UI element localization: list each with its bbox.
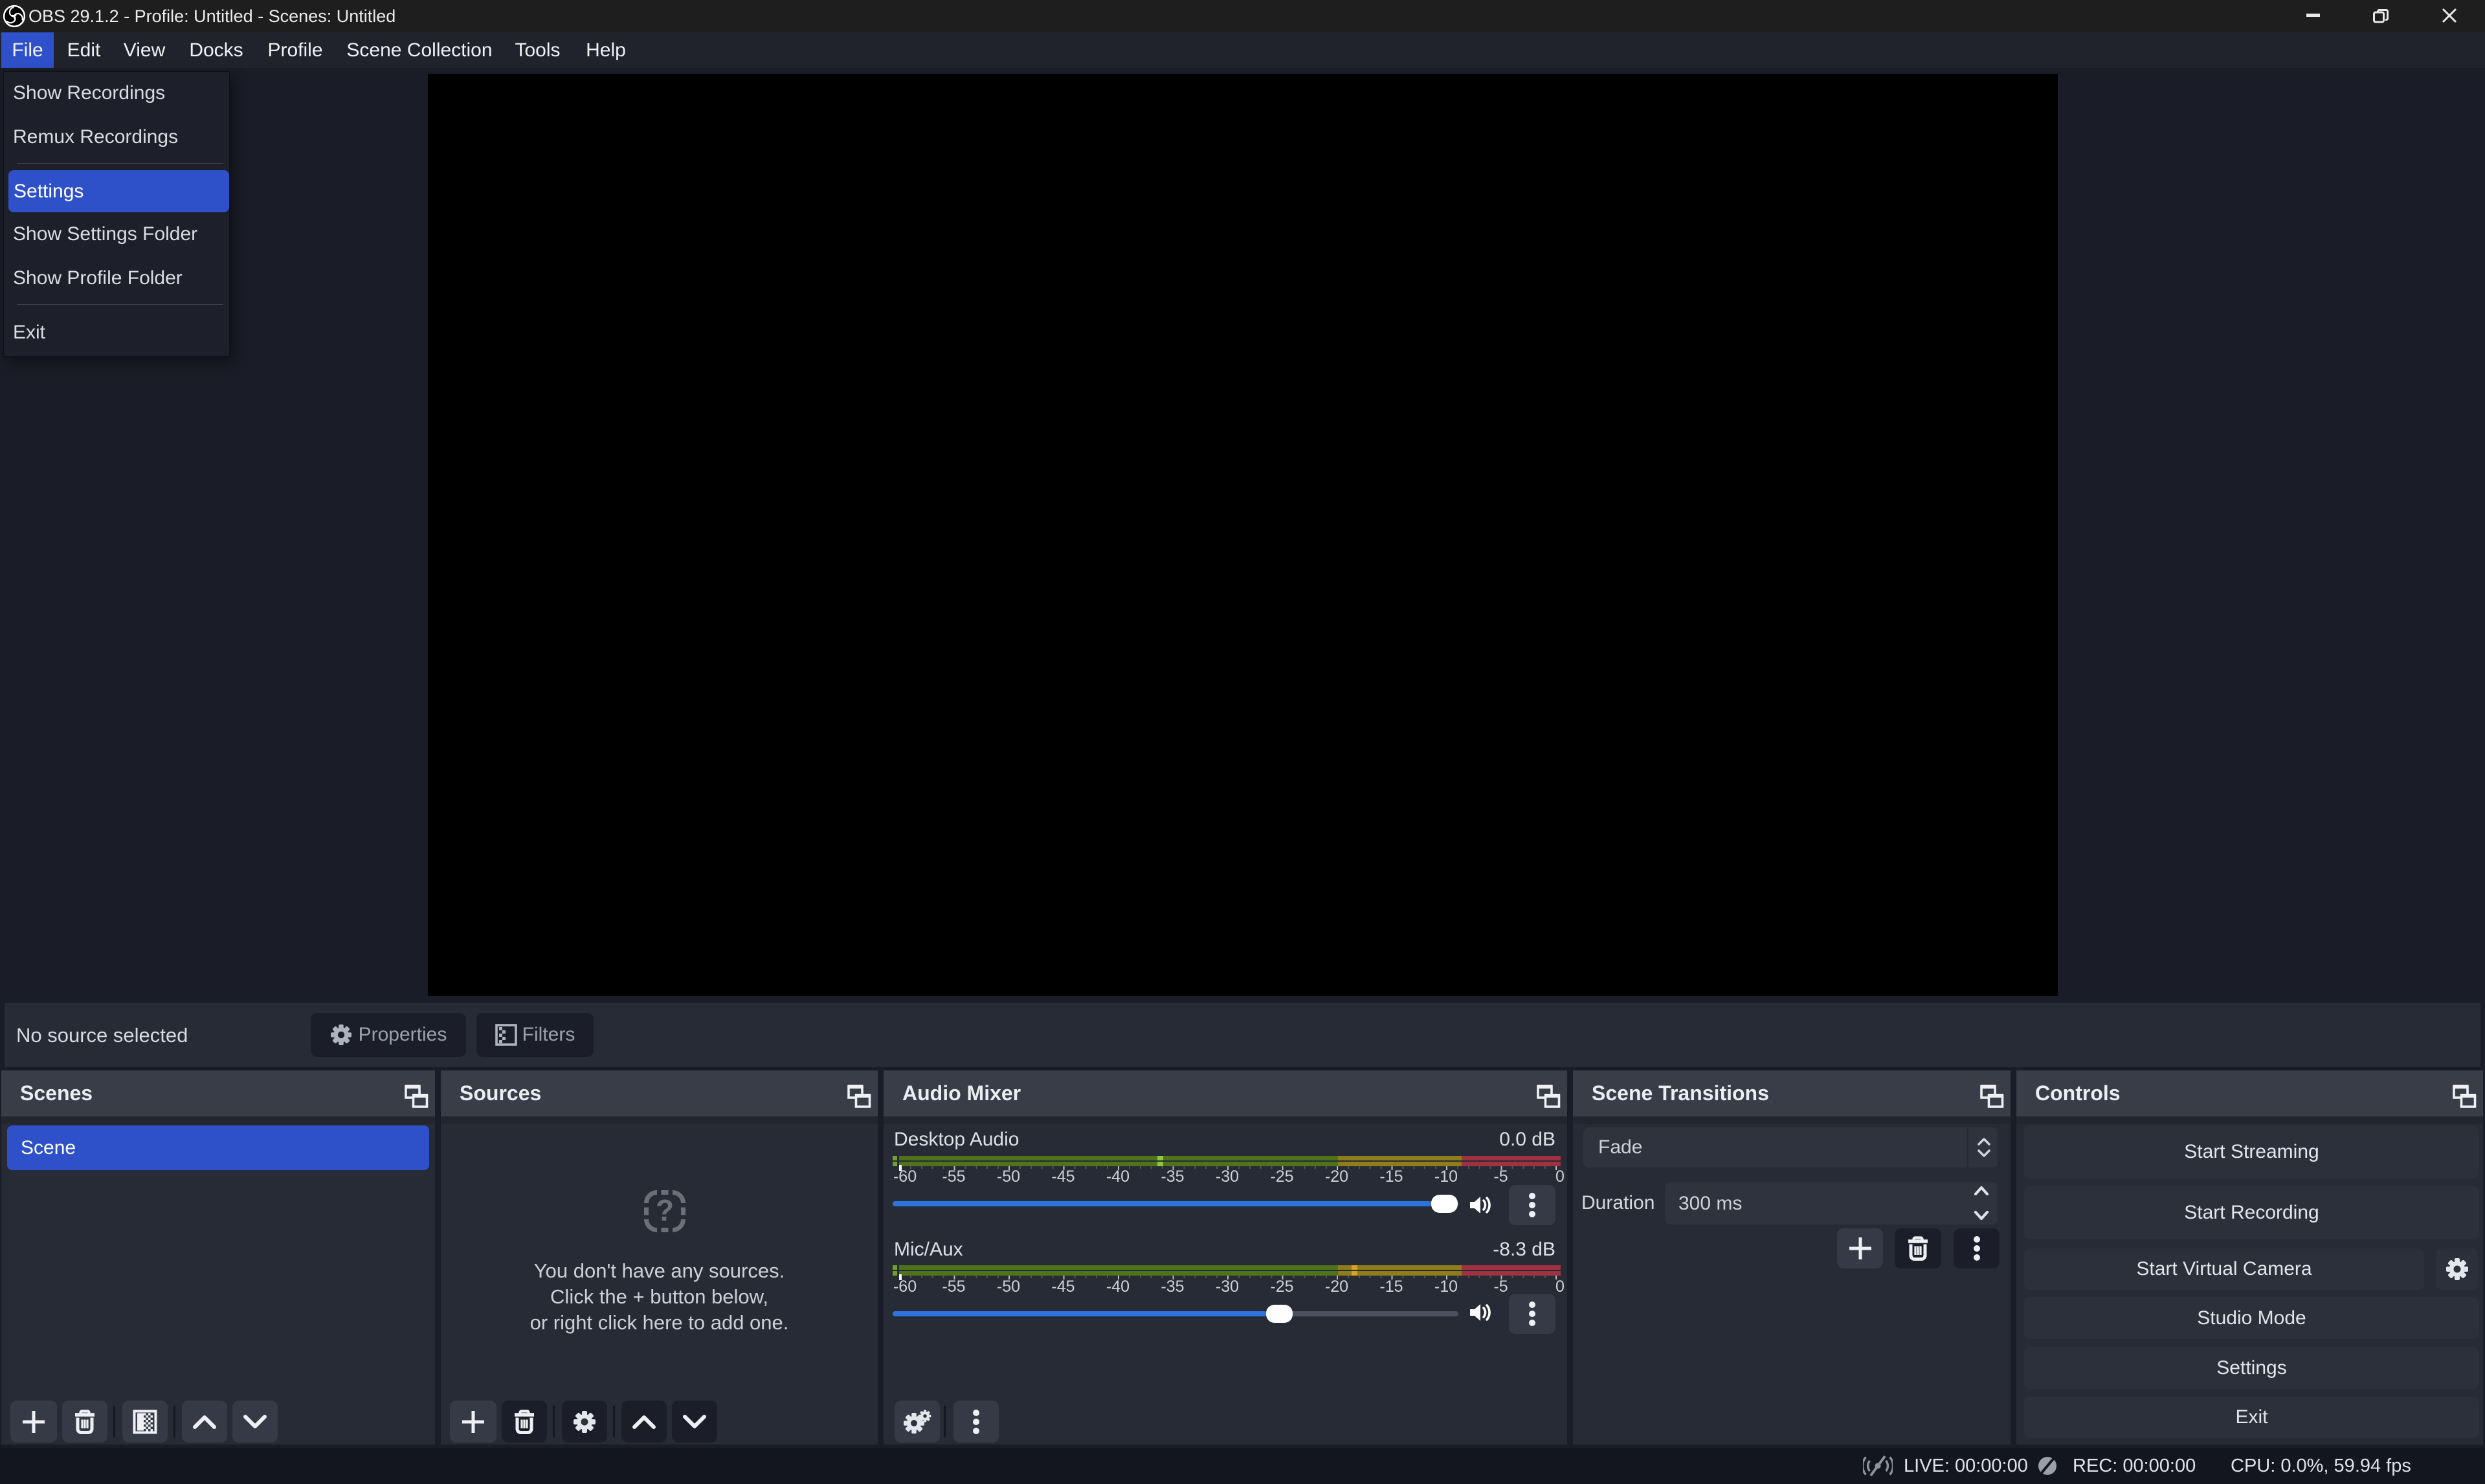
- svg-text:?: ?: [656, 1193, 674, 1227]
